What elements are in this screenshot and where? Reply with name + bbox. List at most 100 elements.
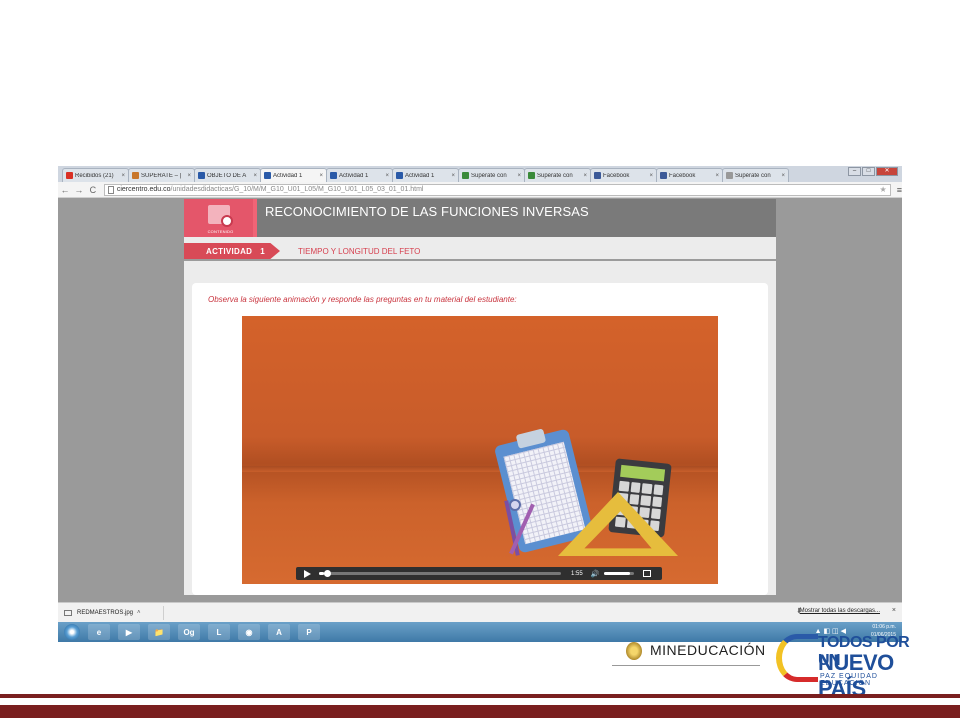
taskbar-app-icon[interactable]: ▶ <box>118 624 140 640</box>
slide: Recibidos (21) × SUPERATE – | × OBJETO DE A ×… <box>0 0 960 720</box>
tab-label: Supérate con <box>735 172 771 179</box>
close-tab-icon[interactable]: × <box>187 173 191 179</box>
taskbar-app-icon[interactable]: 📁 <box>148 624 170 640</box>
start-button[interactable] <box>64 624 80 640</box>
tab-label: Actividad 1 <box>273 172 303 179</box>
tab-label: Actividad 1 <box>339 172 369 179</box>
tab-label: Supérate con <box>471 172 507 179</box>
close-tab-icon[interactable]: × <box>583 173 587 179</box>
reload-button[interactable]: C <box>86 185 100 195</box>
chevron-up-icon[interactable]: ˄ <box>137 610 141 616</box>
leaf-icon <box>462 172 469 179</box>
url-host: ciercentro.edu.co <box>116 186 171 193</box>
browser-screenshot: Recibidos (21) × SUPERATE – | × OBJETO DE A ×… <box>58 166 902 642</box>
close-tab-icon[interactable]: × <box>781 173 785 179</box>
volume-slider[interactable] <box>604 572 635 575</box>
tab-label: SUPERATE – | <box>141 172 182 179</box>
taskbar-app-icon[interactable]: ◉ <box>238 624 260 640</box>
close-tab-icon[interactable]: × <box>451 173 455 179</box>
browser-tab[interactable]: Facebook × <box>656 168 723 182</box>
facebook-icon <box>660 172 667 179</box>
leaf-icon <box>528 172 535 179</box>
seek-bar[interactable] <box>319 570 561 577</box>
video-controls: 1:55 🔊 <box>296 567 662 580</box>
grid-icon <box>396 172 403 179</box>
browser-tab[interactable]: Supérate con × <box>458 168 525 182</box>
bookmark-star-icon[interactable]: ★ <box>880 185 887 194</box>
page-header: CONTENIDO RECONOCIMIENTO DE LAS FUNCIONE… <box>184 199 776 237</box>
compass-icon <box>509 499 521 511</box>
close-tab-icon[interactable]: × <box>253 173 257 179</box>
activity-label: ACTIVIDAD <box>206 246 253 256</box>
window-controls: – □ ✕ <box>848 167 898 176</box>
close-tab-icon[interactable]: × <box>319 173 323 179</box>
browser-tab[interactable]: Recibidos (21) × <box>62 168 129 182</box>
fullscreen-icon[interactable] <box>643 570 652 577</box>
page-icon <box>726 172 733 179</box>
video-time: 1:55 <box>571 570 583 577</box>
badge-label: CONTENIDO <box>207 229 234 234</box>
taskbar-app-icon[interactable]: e <box>88 624 110 640</box>
browser-tab[interactable]: Facebook × <box>590 168 657 182</box>
url-field[interactable]: ciercentro.edu.co/unidadesdidacticas/G_1… <box>103 183 891 196</box>
footer-band <box>0 705 960 718</box>
taskbar-app-icon[interactable]: Og <box>178 624 200 640</box>
flag-swoosh-icon <box>776 634 818 682</box>
close-tab-icon[interactable]: × <box>385 173 389 179</box>
close-shelf-icon[interactable]: × <box>892 607 896 614</box>
activity-row: ACTIVIDAD 1 TIEMPO Y LONGITUD DEL FETO <box>184 243 776 261</box>
browser-tab[interactable]: Supérate con × <box>722 168 789 182</box>
maximize-button[interactable]: □ <box>862 167 875 176</box>
lesson-page: CONTENIDO RECONOCIMIENTO DE LAS FUNCIONE… <box>184 199 776 595</box>
browser-tab[interactable]: Actividad 1 × <box>260 168 327 182</box>
back-button[interactable]: ← <box>58 185 72 195</box>
browser-tab[interactable]: Actividad 1 × <box>392 168 459 182</box>
logo-line-3: PAZ EQUIDAD EDUCACIÓN <box>820 673 878 687</box>
browser-tab[interactable]: OBJETO DE A × <box>194 168 261 182</box>
grid-icon <box>264 172 271 179</box>
browser-tab[interactable]: Actividad 1 × <box>326 168 393 182</box>
mineducacion-text: MINEDUCACIÓN <box>650 642 766 658</box>
grid-icon <box>330 172 337 179</box>
close-tab-icon[interactable]: × <box>517 173 521 179</box>
minimize-button[interactable]: – <box>848 167 861 176</box>
clipboard-search-icon <box>208 205 233 227</box>
download-item[interactable]: REDMAESTROS.jpg ˄ <box>64 605 164 620</box>
speaker-icon[interactable]: 🔊 <box>591 570 600 578</box>
browser-tab[interactable]: Supérate con × <box>524 168 591 182</box>
forward-button[interactable]: → <box>72 185 86 195</box>
taskbar-app-icon[interactable]: L <box>208 624 230 640</box>
browser-menu-icon[interactable]: ≡ <box>897 185 902 195</box>
browser-tab[interactable]: SUPERATE – | × <box>128 168 195 182</box>
page-title: RECONOCIMIENTO DE LAS FUNCIONES INVERSAS <box>265 204 589 219</box>
instruction-text: Observa la siguiente animación y respond… <box>208 295 517 304</box>
activity-title: TIEMPO Y LONGITUD DEL FETO <box>298 247 421 256</box>
close-tab-icon[interactable]: × <box>715 173 719 179</box>
close-tab-icon[interactable]: × <box>649 173 653 179</box>
tab-label: Actividad 1 <box>405 172 435 179</box>
close-tab-icon[interactable]: × <box>121 173 125 179</box>
url-path: /unidadesdidacticas/G_10/M/M_G10_U01_L05… <box>170 186 424 193</box>
tab-label: OBJETO DE A <box>207 172 247 179</box>
play-icon[interactable] <box>304 569 311 578</box>
calculator-screen <box>620 464 666 482</box>
taskbar-app-icon[interactable]: P <box>298 624 320 640</box>
tab-strip: Recibidos (21) × SUPERATE – | × OBJETO DE A ×… <box>58 166 902 182</box>
clipboard-clip <box>515 428 547 449</box>
show-all-downloads-link[interactable]: Mostrar todas las descargas... <box>800 608 880 614</box>
taskbar-app-icon[interactable]: A <box>268 624 290 640</box>
image-file-icon <box>64 609 72 616</box>
tab-label: Facebook <box>669 172 696 179</box>
volume-fill <box>604 572 630 575</box>
seek-handle[interactable] <box>323 570 331 577</box>
page-icon <box>132 172 139 179</box>
graph-paper <box>503 441 586 545</box>
download-filename: REDMAESTROS.jpg <box>77 609 134 616</box>
mineducacion-logo: MINEDUCACIÓN <box>612 632 765 666</box>
page-icon <box>107 185 114 194</box>
video-player[interactable]: 1:55 🔊 <box>242 316 718 584</box>
close-window-button[interactable]: ✕ <box>876 167 898 176</box>
coat-of-arms-icon <box>626 642 642 660</box>
facebook-icon <box>594 172 601 179</box>
footer-stripe <box>0 694 960 698</box>
